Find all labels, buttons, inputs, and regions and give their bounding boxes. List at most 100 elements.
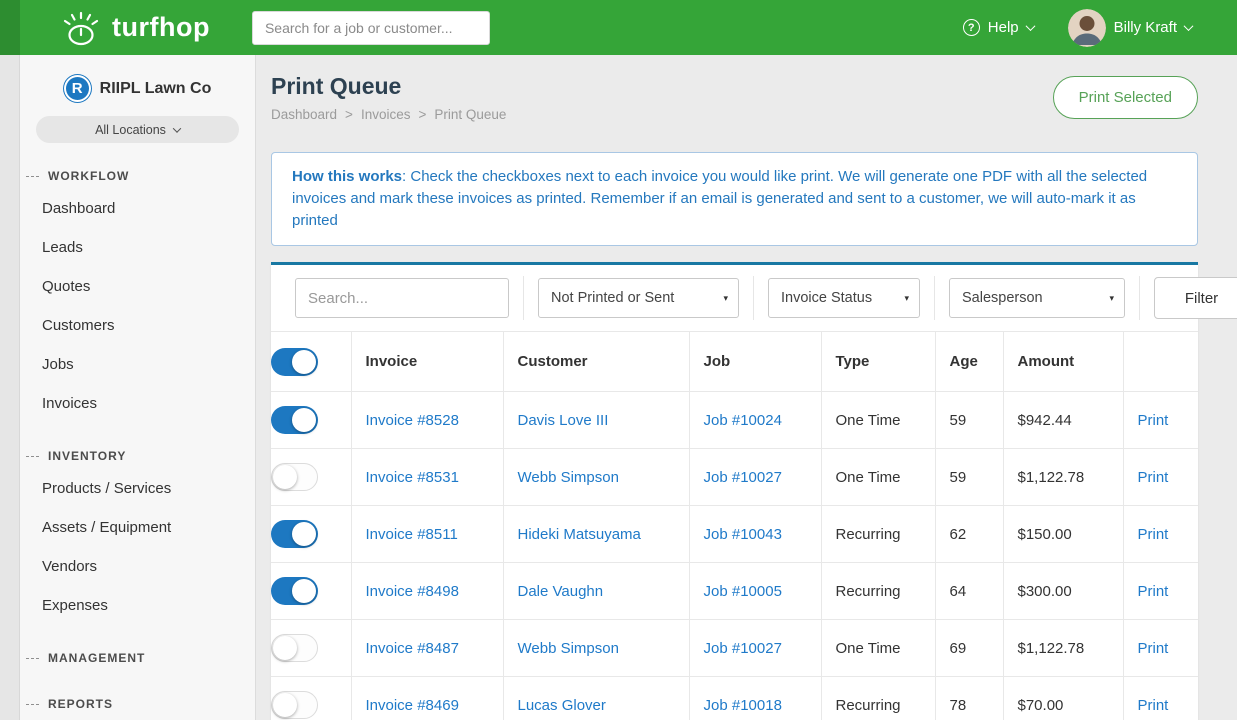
job-link[interactable]: Job #10027 [704, 469, 782, 486]
sidebar-item-quotes[interactable]: Quotes [20, 267, 255, 306]
filter-button[interactable]: Filter [1154, 277, 1237, 319]
print-link[interactable]: Print [1138, 583, 1169, 600]
invoice-type: One Time [821, 620, 935, 677]
invoice-amount: $1,122.78 [1003, 620, 1123, 677]
invoice-age: 69 [935, 620, 1003, 677]
sidebar-section-items: Products / Services Assets / Equipment V… [20, 469, 255, 625]
col-job: Job [689, 332, 821, 392]
user-menu[interactable]: Billy Kraft [1068, 9, 1192, 47]
dash-icon [26, 704, 39, 705]
sidebar-item-dashboard[interactable]: Dashboard [20, 189, 255, 228]
top-bar: turfhop ? Help Billy Kraft [0, 0, 1237, 55]
print-link[interactable]: Print [1138, 526, 1169, 543]
info-heading: How this works [292, 168, 402, 185]
invoice-amount: $300.00 [1003, 563, 1123, 620]
sidebar-section-items: Dashboard Leads Quotes Customers Jobs In… [20, 189, 255, 423]
sidebar: R RIIPL Lawn Co All Locations WORKFLOW D… [20, 55, 256, 720]
sidebar-item-label: Vendors [42, 558, 97, 575]
job-link[interactable]: Job #10027 [704, 640, 782, 657]
salesperson-value: Salesperson [962, 290, 1043, 306]
company-logo: R [64, 75, 91, 102]
customer-link[interactable]: Dale Vaughn [518, 583, 604, 600]
sidebar-item-expenses[interactable]: Expenses [20, 586, 255, 625]
toggle-knob [292, 408, 316, 432]
sidebar-nav: WORKFLOW Dashboard Leads Quotes Customer… [20, 149, 255, 717]
col-invoice: Invoice [351, 332, 503, 392]
sidebar-item-customers[interactable]: Customers [20, 306, 255, 345]
table-header-row: Invoice Customer Job Type Age Amount [271, 332, 1198, 392]
invoice-amount: $942.44 [1003, 392, 1123, 449]
invoice-age: 59 [935, 449, 1003, 506]
company-selector[interactable]: R RIIPL Lawn Co [20, 75, 255, 102]
invoice-link[interactable]: Invoice #8531 [366, 469, 459, 486]
table-row: Invoice #8531 Webb Simpson Job #10027 On… [271, 449, 1198, 506]
col-type: Type [821, 332, 935, 392]
row-toggle[interactable] [271, 577, 318, 605]
table-search-input[interactable] [295, 278, 509, 318]
customer-link[interactable]: Hideki Matsuyama [518, 526, 641, 543]
row-toggle[interactable] [271, 634, 318, 662]
job-link[interactable]: Job #10024 [704, 412, 782, 429]
invoice-table: Invoice Customer Job Type Age Amount Inv… [271, 331, 1198, 720]
print-link[interactable]: Print [1138, 469, 1169, 486]
customer-link[interactable]: Davis Love III [518, 412, 609, 429]
printed-filter-select[interactable]: Not Printed or Sent ▾ [538, 278, 739, 318]
print-link[interactable]: Print [1138, 412, 1169, 429]
sidebar-section-label: INVENTORY [48, 449, 126, 463]
sidebar-item-products-services[interactable]: Products / Services [20, 469, 255, 508]
sidebar-item-jobs[interactable]: Jobs [20, 345, 255, 384]
print-selected-button[interactable]: Print Selected [1053, 76, 1198, 119]
breadcrumb-dashboard[interactable]: Dashboard [271, 107, 337, 122]
breadcrumb-invoices[interactable]: Invoices [361, 107, 411, 122]
sidebar-item-vendors[interactable]: Vendors [20, 547, 255, 586]
sidebar-item-invoices[interactable]: Invoices [20, 384, 255, 423]
sidebar-section: INVENTORY Products / Services Assets / E… [20, 429, 255, 625]
invoice-link[interactable]: Invoice #8487 [366, 640, 459, 657]
row-toggle[interactable] [271, 406, 318, 434]
table-row: Invoice #8498 Dale Vaughn Job #10005 Rec… [271, 563, 1198, 620]
invoice-type: Recurring [821, 677, 935, 720]
invoice-type: Recurring [821, 563, 935, 620]
invoice-age: 62 [935, 506, 1003, 563]
job-link[interactable]: Job #10043 [704, 526, 782, 543]
print-link[interactable]: Print [1138, 640, 1169, 657]
sidebar-item-assets-equipment[interactable]: Assets / Equipment [20, 508, 255, 547]
dash-icon [26, 658, 39, 659]
invoice-link[interactable]: Invoice #8511 [366, 526, 458, 543]
select-all-toggle[interactable] [271, 348, 318, 376]
job-link[interactable]: Job #10005 [704, 583, 782, 600]
row-toggle[interactable] [271, 520, 318, 548]
print-link[interactable]: Print [1138, 697, 1169, 714]
sidebar-section: WORKFLOW Dashboard Leads Quotes Customer… [20, 149, 255, 423]
row-toggle[interactable] [271, 691, 318, 719]
invoice-link[interactable]: Invoice #8498 [366, 583, 459, 600]
breadcrumb-separator: > [345, 107, 353, 122]
app: turfhop ? Help Billy Kraft [0, 0, 1237, 720]
location-filter[interactable]: All Locations [36, 116, 239, 143]
chevron-down-icon [1184, 21, 1194, 31]
page-header: Print Queue Dashboard > Invoices > Print… [271, 73, 1198, 122]
invoice-type: One Time [821, 392, 935, 449]
table-row: Invoice #8528 Davis Love III Job #10024 … [271, 392, 1198, 449]
sidebar-item-leads[interactable]: Leads [20, 228, 255, 267]
help-icon: ? [963, 19, 980, 36]
sidebar-section-header: WORKFLOW [20, 149, 255, 189]
job-link[interactable]: Job #10018 [704, 697, 782, 714]
invoice-link[interactable]: Invoice #8528 [366, 412, 459, 429]
invoice-status-select[interactable]: Invoice Status ▾ [768, 278, 920, 318]
chevron-down-icon [173, 124, 181, 132]
sidebar-section-label: MANAGEMENT [48, 651, 145, 665]
customer-link[interactable]: Webb Simpson [518, 640, 619, 657]
row-toggle[interactable] [271, 463, 318, 491]
salesperson-select[interactable]: Salesperson ▾ [949, 278, 1125, 318]
filter-bar: Not Printed or Sent ▾ Invoice Status ▾ S… [271, 265, 1198, 331]
customer-link[interactable]: Webb Simpson [518, 469, 619, 486]
sidebar-item-label: Quotes [42, 278, 90, 295]
help-menu[interactable]: ? Help [963, 19, 1034, 36]
sidebar-section-label: REPORTS [48, 697, 113, 711]
avatar [1068, 9, 1106, 47]
invoice-link[interactable]: Invoice #8469 [366, 697, 459, 714]
customer-link[interactable]: Lucas Glover [518, 697, 606, 714]
global-search-input[interactable] [252, 11, 490, 45]
brand[interactable]: turfhop [60, 8, 210, 48]
